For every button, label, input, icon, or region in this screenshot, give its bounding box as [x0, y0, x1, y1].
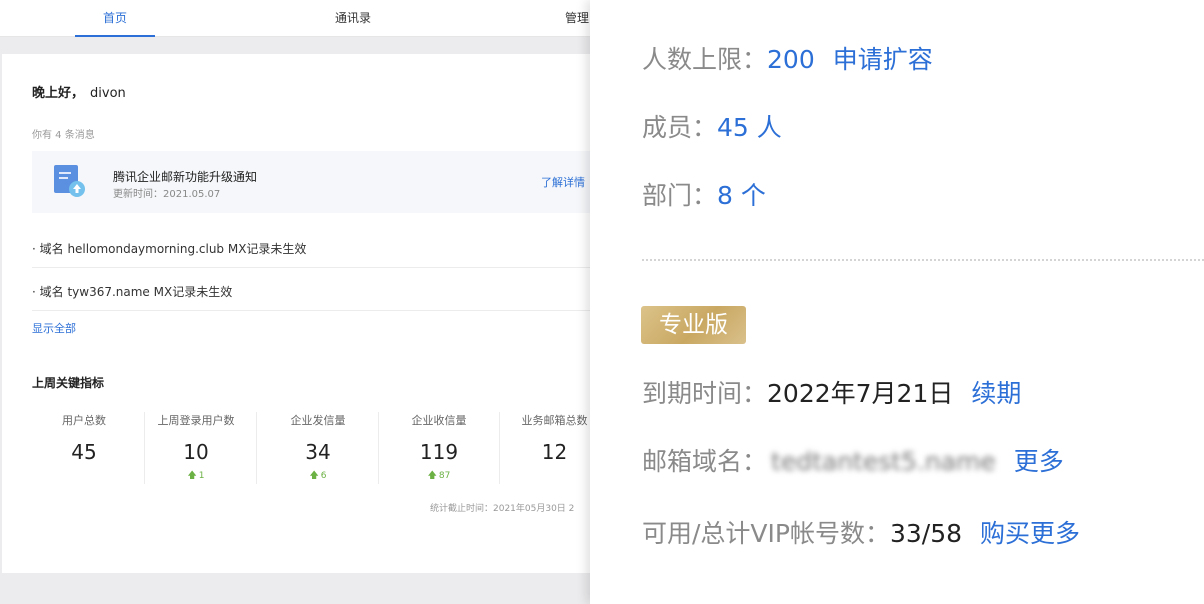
metric-delta: 🡅 6: [258, 468, 378, 484]
metric-label: 企业发信量: [290, 414, 346, 427]
arrow-up-icon: 🡅: [309, 471, 319, 481]
notice-updated-time: 更新时间：2021.05.07: [113, 189, 221, 200]
expiry-row: 到期时间：2022年7月21日 续期: [642, 374, 1021, 410]
more-domains-link[interactable]: 更多: [1014, 447, 1064, 476]
member-limit-row: 人数上限：200 申请扩容: [642, 40, 933, 76]
members-label: 成员：: [642, 113, 718, 142]
departments-row: 部门：8 个: [642, 176, 766, 212]
buy-more-link[interactable]: 购买更多: [980, 519, 1080, 548]
metric-value: 12: [541, 440, 568, 464]
mail-domain-row: 邮箱域名： tedtantest5.name 更多: [642, 442, 1064, 478]
stats-cutoff-time: 统计截止时间：2021年05月30日 2: [430, 504, 575, 514]
message-count: 你有 4 条消息: [32, 130, 95, 141]
members-value[interactable]: 45 人: [717, 113, 782, 142]
divider: [32, 267, 600, 268]
renew-link[interactable]: 续期: [971, 379, 1021, 408]
mail-domain-value: tedtantest5.name: [771, 447, 996, 476]
username: divon: [90, 86, 126, 101]
metric-delta: 🡅 87: [379, 468, 499, 484]
tab-contacts[interactable]: 通讯录: [313, 0, 393, 37]
expiry-value: 2022年7月21日: [767, 379, 954, 408]
mail-domain-label: 邮箱域名：: [642, 447, 768, 476]
metric-label: 上周登录用户数: [157, 414, 235, 427]
arrow-up-icon: 🡅: [187, 471, 197, 481]
metric-received: 企业收信量 119 🡅 87: [379, 412, 500, 484]
metric-delta-value: 87: [438, 471, 451, 481]
metric-value: 34: [305, 440, 331, 464]
home-card: 晚上好， divon 你有 4 条消息 腾讯企业邮新功能升级通知 更新时间：202…: [2, 54, 600, 573]
metric-value: 119: [419, 440, 459, 464]
metric-delta: 🡅 1: [136, 468, 256, 484]
divider: [32, 310, 600, 311]
vip-accounts-row: 可用/总计VIP帐号数：33/58 购买更多: [642, 514, 1080, 550]
member-limit-label: 人数上限：: [642, 45, 768, 74]
metric-label: 用户总数: [62, 414, 106, 427]
edition-badge: 专业版: [641, 306, 746, 344]
domain-alert[interactable]: · 域名 tyw367.name MX记录未生效: [32, 283, 600, 300]
dotted-divider: [642, 259, 1204, 261]
departments-value[interactable]: 8 个: [717, 181, 766, 210]
greeting: 晚上好， divon: [32, 82, 126, 101]
dashboard-panel: 首页 通讯录 管理 晚上好， divon 你有 4 条消息 腾讯企业邮新功能升级通…: [0, 0, 600, 604]
metric-sent: 企业发信量 34 🡅 6: [258, 412, 379, 484]
weekly-metrics-title: 上周关键指标: [32, 376, 105, 390]
member-limit-value: 200: [767, 45, 815, 74]
members-row: 成员：45 人: [642, 108, 782, 144]
notice-title: 腾讯企业邮新功能升级通知: [113, 170, 258, 184]
expiry-label: 到期时间：: [642, 379, 768, 408]
metric-delta-value: 6: [320, 471, 327, 481]
arrow-up-icon: 🡅: [427, 471, 437, 481]
domain-alert[interactable]: · 域名 hellomondaymorning.club MX记录未生效: [32, 240, 600, 257]
metric-business-mailboxes: 业务邮箱总数 12: [494, 412, 600, 484]
vip-accounts-label: 可用/总计VIP帐号数：: [642, 519, 890, 548]
notice-card[interactable]: 腾讯企业邮新功能升级通知 更新时间：2021.05.07 了解详情: [32, 151, 600, 213]
metric-total-users: 用户总数 45: [24, 412, 145, 484]
top-navigation: 首页 通讯录 管理: [0, 0, 600, 37]
document-upgrade-icon: [54, 165, 85, 197]
tab-home[interactable]: 首页: [75, 0, 155, 37]
metric-label: 业务邮箱总数: [521, 414, 588, 427]
greeting-text: 晚上好，: [32, 86, 85, 101]
metric-login-users: 上周登录用户数 10 🡅 1: [136, 412, 257, 484]
metric-label: 企业收信量: [411, 414, 467, 427]
metric-delta-value: 1: [198, 471, 205, 481]
departments-label: 部门：: [642, 181, 718, 210]
apply-expand-link[interactable]: 申请扩容: [833, 45, 933, 74]
metric-value: 10: [183, 440, 209, 464]
vip-accounts-value: 33/58: [889, 519, 963, 548]
metric-value: 45: [71, 440, 97, 464]
show-all-link[interactable]: 显示全部: [32, 320, 76, 336]
learn-more-link[interactable]: 了解详情: [541, 174, 585, 190]
account-info-panel: 人数上限：200 申请扩容 成员：45 人 部门：8 个 专业版 到期时间：202…: [590, 0, 1204, 604]
